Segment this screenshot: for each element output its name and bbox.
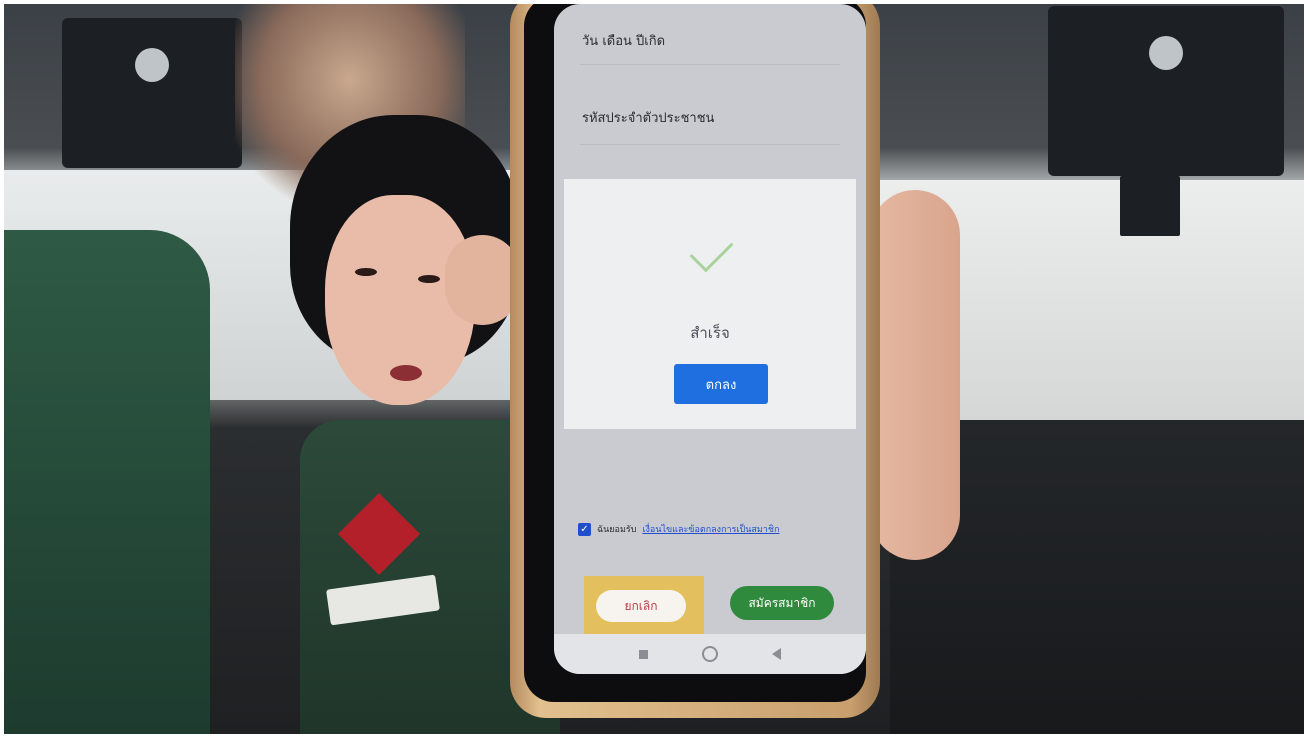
dob-label: วัน เดือน ปีเกิด [582,34,666,49]
phone-screen: วัน เดือน ปีเกิด รหัสประจำตัวประชาชน สำเ… [554,4,866,674]
checkmark-icon [689,228,734,273]
home-icon[interactable] [702,646,718,662]
person-arm-left [0,230,210,738]
thumb [445,235,520,325]
back-icon[interactable] [772,648,781,660]
id-label: รหัสประจำตัวประชาชน [582,111,715,126]
eye [355,268,377,276]
terms-link[interactable]: เงื่อนไขและข้อตกลงการเป็นสมาชิก [642,522,779,536]
register-button[interactable]: สมัครสมาชิก [730,586,834,620]
dob-field[interactable] [580,64,840,65]
consent-prefix: ฉันยอมรับ [597,525,637,535]
android-nav-bar [554,634,866,674]
background-monitor-stand [1120,176,1180,236]
consent-checkbox[interactable]: ✓ [578,522,591,536]
success-dialog: สำเร็จ ตกลง [564,179,856,429]
ok-button[interactable]: ตกลง [674,364,768,404]
background-monitor [62,18,242,168]
cancel-button[interactable]: ยกเลิก [596,590,686,622]
smartphone: วัน เดือน ปีเกิด รหัสประจำตัวประชาชน สำเ… [510,0,880,718]
photo-scene: วัน เดือน ปีเกิด รหัสประจำตัวประชาชน สำเ… [0,0,1310,738]
eye [418,275,440,283]
consent-row: ✓ ฉันยอมรับ เงื่อนไขและข้อตกลงการเป็นสมา… [578,509,848,549]
mouth [390,365,422,381]
id-field[interactable] [580,144,840,145]
phone-bezel: วัน เดือน ปีเกิด รหัสประจำตัวประชาชน สำเ… [524,0,866,702]
background-monitor [1048,6,1284,176]
success-message: สำเร็จ [690,324,730,342]
hand [870,190,960,560]
recent-apps-icon[interactable] [639,649,648,659]
